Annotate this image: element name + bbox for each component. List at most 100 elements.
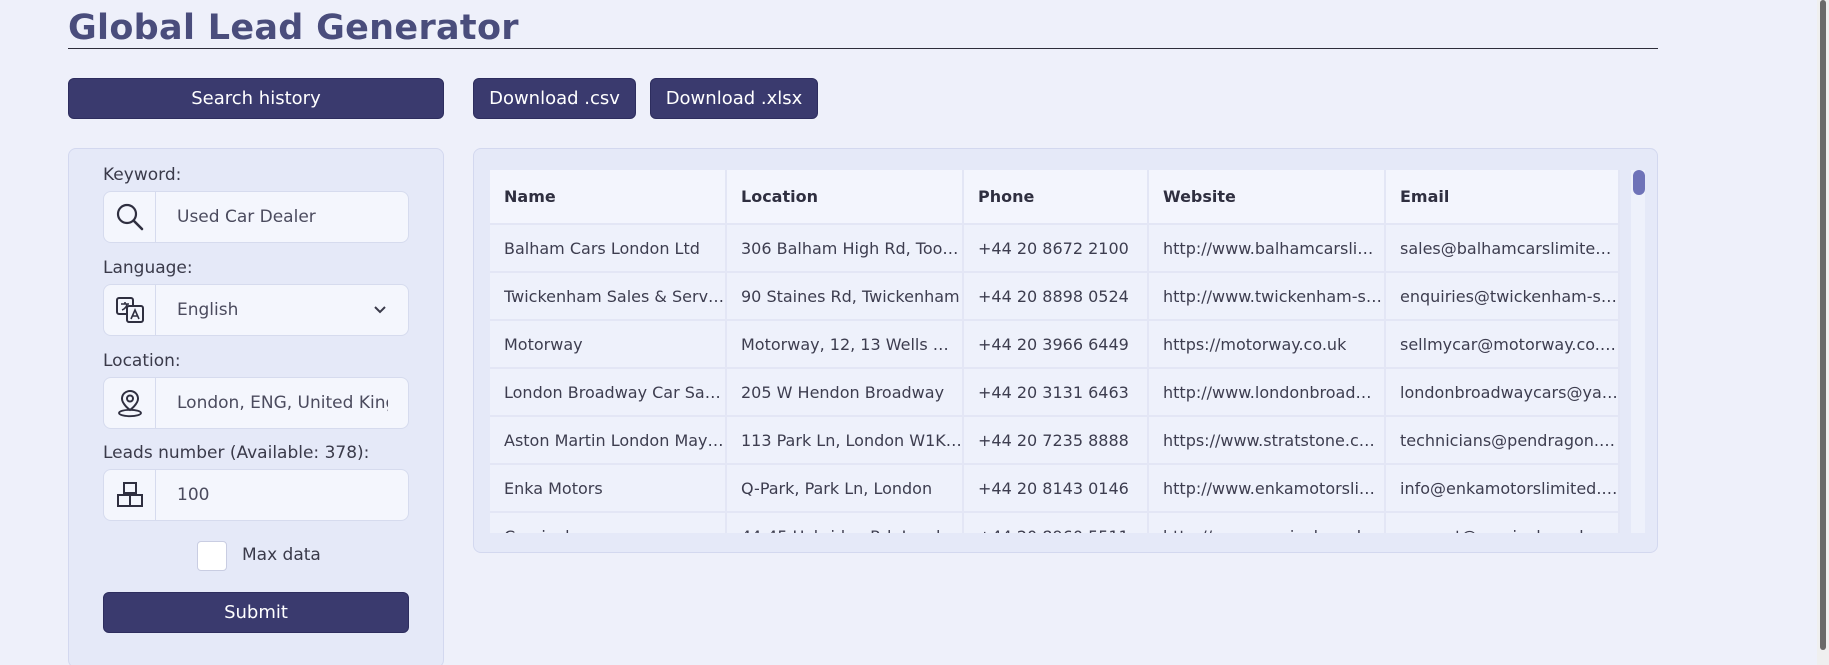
cell-name-text: Enka Motors	[504, 478, 603, 498]
cell-location-text: 90 Staines Rd, Twickenham	[741, 286, 960, 306]
results-table-card: Name Location Phone Website Email Balham…	[473, 148, 1658, 553]
table-scrollbar[interactable]	[1631, 170, 1645, 533]
cell-location-text: 44-45 Uxbridge Rd, London	[741, 527, 960, 534]
cell-email-text: enquiries@twickenham-sales.co.uk	[1400, 286, 1618, 306]
cell-email: sales@balhamcarslimited.co.uk	[1386, 225, 1620, 273]
location-field[interactable]: London, ENG, United Kingdom	[103, 377, 409, 429]
keyword-input[interactable]: Used Car Dealer	[156, 207, 388, 227]
download-csv-button[interactable]: Download .csv	[473, 78, 636, 119]
cell-name: Twickenham Sales & Service	[490, 273, 727, 321]
table-row[interactable]: Carnival 44-45 Uxbridge Rd, London +44 20 …	[490, 513, 1620, 533]
column-header-name[interactable]: Name	[490, 170, 727, 225]
cell-website: https://www.stratstone.com	[1149, 417, 1386, 465]
max-data-checkbox[interactable]	[197, 541, 227, 571]
title-divider	[68, 48, 1658, 49]
keyword-field[interactable]: Used Car Dealer	[103, 191, 409, 243]
cell-phone-text: +44 20 8898 0524	[978, 286, 1129, 306]
cell-phone-text: +44 20 3966 6449	[978, 334, 1129, 354]
cell-phone-text: +44 20 7235 8888	[978, 430, 1129, 450]
location-label: Location:	[103, 351, 181, 371]
table-row[interactable]: Balham Cars London Ltd 306 Balham High Rd…	[490, 225, 1620, 273]
boxes-icon	[104, 470, 156, 520]
keyword-label: Keyword:	[103, 165, 182, 185]
location-input[interactable]: London, ENG, United Kingdom	[156, 393, 388, 413]
cell-location: 90 Staines Rd, Twickenham	[727, 273, 964, 321]
cell-phone-text: +44 20 8960 5511	[978, 527, 1129, 534]
table-scrollbar-thumb[interactable]	[1633, 170, 1645, 195]
cell-email: info@enkamotorslimited.co.uk	[1386, 465, 1620, 513]
cell-email-text: sales@balhamcarslimited.co.uk	[1400, 238, 1618, 258]
language-label: Language:	[103, 258, 193, 278]
cell-email-text: support@carnival.co.uk	[1400, 527, 1589, 534]
translate-icon	[104, 285, 156, 335]
max-data-label: Max data	[242, 545, 321, 565]
leads-input[interactable]: 100	[156, 485, 388, 505]
cell-location-text: 113 Park Ln, London W1K 7AG	[741, 430, 962, 450]
cell-website-text: https://motorway.co.uk	[1163, 334, 1347, 354]
download-xlsx-button[interactable]: Download .xlsx	[650, 78, 818, 119]
map-pin-icon	[104, 378, 156, 428]
cell-email: sellmycar@motorway.co.uk	[1386, 321, 1620, 369]
cell-phone-text: +44 20 3131 6463	[978, 382, 1129, 402]
cell-name-text: Aston Martin London Mayfair	[504, 430, 725, 450]
column-header-email[interactable]: Email	[1386, 170, 1620, 225]
cell-website: http://www.enkamotorslimited.co.uk	[1149, 465, 1386, 513]
search-form-panel: Keyword: Used Car Dealer Language: Engli…	[68, 148, 444, 665]
language-select[interactable]: English	[103, 284, 409, 336]
cell-name: Motorway	[490, 321, 727, 369]
cell-name: Balham Cars London Ltd	[490, 225, 727, 273]
leads-field[interactable]: 100	[103, 469, 409, 521]
cell-phone: +44 20 3131 6463	[964, 369, 1149, 417]
table-row[interactable]: Aston Martin London Mayfair 113 Park Ln, …	[490, 417, 1620, 465]
cell-location: Motorway, 12, 13 Wells Mews	[727, 321, 964, 369]
table-row[interactable]: Twickenham Sales & Service 90 Staines Rd,…	[490, 273, 1620, 321]
column-header-location[interactable]: Location	[727, 170, 964, 225]
cell-name-text: Motorway	[504, 334, 583, 354]
cell-email: enquiries@twickenham-sales.co.uk	[1386, 273, 1620, 321]
results-table[interactable]: Name Location Phone Website Email Balham…	[490, 170, 1620, 533]
cell-email: londonbroadwaycars@yahoo.co.uk	[1386, 369, 1620, 417]
cell-website-text: http://www.enkamotorslimited.co.uk	[1163, 478, 1384, 498]
language-value: English	[177, 300, 239, 320]
cell-phone: +44 20 3966 6449	[964, 321, 1149, 369]
cell-name: Enka Motors	[490, 465, 727, 513]
search-history-button[interactable]: Search history	[68, 78, 444, 119]
cell-phone-text: +44 20 8672 2100	[978, 238, 1129, 258]
page-scrollbar-thumb[interactable]	[1820, 0, 1826, 650]
cell-location: 113 Park Ln, London W1K 7AG	[727, 417, 964, 465]
cell-phone: +44 20 7235 8888	[964, 417, 1149, 465]
cell-location: 44-45 Uxbridge Rd, London	[727, 513, 964, 533]
chevron-down-icon[interactable]	[372, 301, 388, 321]
column-header-phone[interactable]: Phone	[964, 170, 1149, 225]
cell-name-text: Twickenham Sales & Service	[504, 286, 725, 306]
cell-website-text: http://www.londonbroadwaycars.co.uk	[1163, 382, 1384, 402]
cell-location: Q-Park, Park Ln, London	[727, 465, 964, 513]
cell-website-text: http://www.carnival.co.uk	[1163, 527, 1366, 534]
cell-website: http://www.balhamcarslimited.co.uk	[1149, 225, 1386, 273]
submit-button[interactable]: Submit	[103, 592, 409, 633]
search-icon	[104, 192, 156, 242]
cell-phone: +44 20 8143 0146	[964, 465, 1149, 513]
page-title: Global Lead Generator	[68, 8, 519, 48]
cell-website: https://motorway.co.uk	[1149, 321, 1386, 369]
cell-location: 205 W Hendon Broadway	[727, 369, 964, 417]
cell-name-text: Balham Cars London Ltd	[504, 238, 700, 258]
cell-phone: +44 20 8898 0524	[964, 273, 1149, 321]
cell-phone-text: +44 20 8143 0146	[978, 478, 1129, 498]
table-header-row: Name Location Phone Website Email	[490, 170, 1620, 225]
cell-phone: +44 20 8960 5511	[964, 513, 1149, 533]
cell-website-text: https://www.stratstone.com	[1163, 430, 1384, 450]
table-row[interactable]: London Broadway Car Sales 205 W Hendon Br…	[490, 369, 1620, 417]
table-row[interactable]: Enka Motors Q-Park, Park Ln, London +44 20…	[490, 465, 1620, 513]
cell-email: technicians@pendragon.uk	[1386, 417, 1620, 465]
cell-phone: +44 20 8672 2100	[964, 225, 1149, 273]
column-header-website[interactable]: Website	[1149, 170, 1386, 225]
cell-email-text: info@enkamotorslimited.co.uk	[1400, 478, 1618, 498]
cell-name: London Broadway Car Sales	[490, 369, 727, 417]
table-row[interactable]: Motorway Motorway, 12, 13 Wells Mews +44 2…	[490, 321, 1620, 369]
cell-email: support@carnival.co.uk	[1386, 513, 1620, 533]
page-scrollbar[interactable]	[1817, 0, 1829, 665]
cell-name: Carnival	[490, 513, 727, 533]
cell-name-text: London Broadway Car Sales	[504, 382, 725, 402]
cell-name-text: Carnival	[504, 527, 570, 534]
